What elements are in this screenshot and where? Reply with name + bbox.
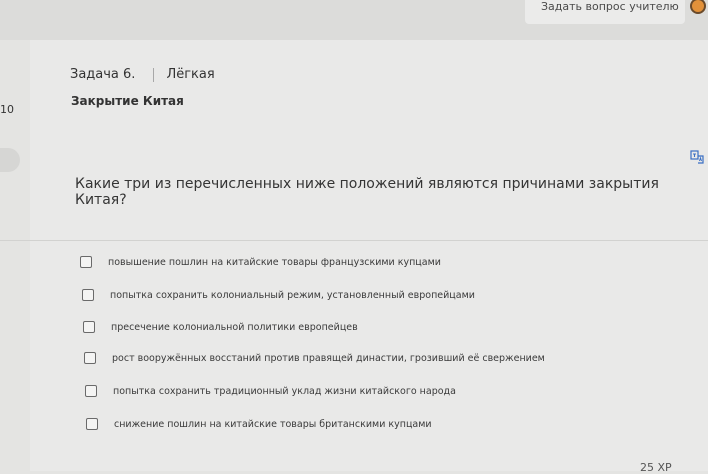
checkbox[interactable]: [82, 289, 94, 301]
ask-teacher-button[interactable]: Задать вопрос учителю: [525, 0, 685, 24]
checkbox[interactable]: [85, 385, 97, 397]
meta-separator: [153, 67, 155, 82]
question-text: Какие три из перечисленных ниже положени…: [75, 176, 659, 208]
top-bar: Задать вопрос учителю: [0, 0, 708, 40]
option-label: повышение пошлин на китайские товары фра…: [108, 256, 441, 268]
answer-option[interactable]: рост вооружённых восстаний против правящ…: [84, 349, 545, 367]
xp-reward: 25 XP: [640, 461, 672, 474]
avatar[interactable]: [690, 0, 706, 14]
option-label: попытка сохранить традиционный уклад жиз…: [113, 385, 456, 397]
sidebar-nav-item[interactable]: [0, 148, 20, 172]
ask-teacher-label: Задать вопрос учителю: [541, 0, 679, 13]
checkbox[interactable]: [83, 321, 95, 333]
checkbox[interactable]: [86, 418, 98, 430]
answer-option[interactable]: повышение пошлин на китайские товары фра…: [80, 253, 441, 271]
sidebar-task-number[interactable]: 10: [0, 103, 14, 116]
option-label: рост вооружённых восстаний против правящ…: [112, 352, 545, 364]
checkbox[interactable]: [84, 352, 96, 364]
divider: [0, 240, 708, 241]
task-meta: Задача 6. Лёгкая: [70, 67, 215, 82]
task-title: Закрытие Китая: [71, 94, 184, 108]
answer-option[interactable]: попытка сохранить колониальный режим, ус…: [82, 286, 475, 304]
option-label: попытка сохранить колониальный режим, ус…: [110, 289, 475, 301]
option-label: пресечение колониальной политики европей…: [111, 321, 358, 333]
task-number: Задача 6.: [70, 67, 136, 82]
translate-icon[interactable]: [690, 150, 704, 164]
answer-option[interactable]: пресечение колониальной политики европей…: [83, 318, 358, 336]
option-label: снижение пошлин на китайские товары брит…: [114, 418, 432, 430]
answer-option[interactable]: снижение пошлин на китайские товары брит…: [86, 415, 432, 433]
answer-option[interactable]: попытка сохранить традиционный уклад жиз…: [85, 382, 456, 400]
checkbox[interactable]: [80, 256, 92, 268]
task-difficulty: Лёгкая: [166, 67, 215, 82]
